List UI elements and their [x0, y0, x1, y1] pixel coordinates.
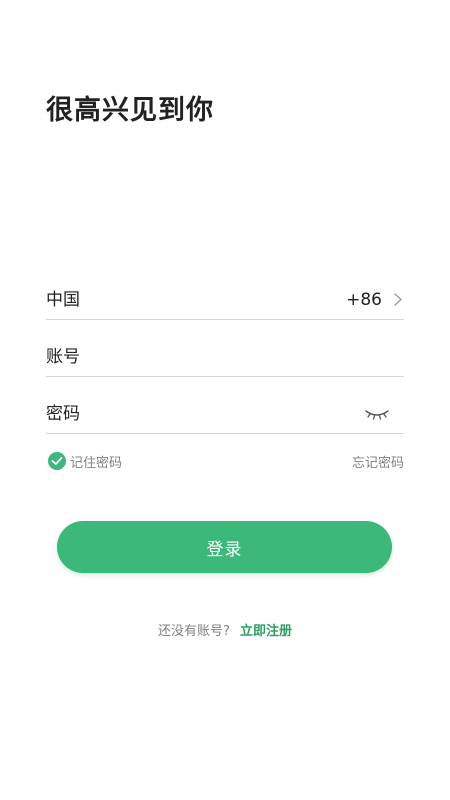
password-field-row: [46, 394, 404, 434]
forgot-password-link[interactable]: 忘记密码: [352, 452, 404, 471]
account-input[interactable]: [46, 337, 404, 376]
register-prompt: 还没有账号?: [157, 624, 230, 639]
country-name: 中国: [46, 289, 80, 310]
remember-password-checkbox[interactable]: 记住密码: [48, 452, 122, 471]
chevron-right-icon: [392, 293, 404, 307]
options-row: 记住密码 忘记密码: [48, 450, 404, 472]
country-selector[interactable]: 中国 +86: [46, 280, 404, 319]
remember-password-label: 记住密码: [70, 455, 123, 471]
register-link[interactable]: 立即注册: [240, 624, 292, 639]
page-title: 很高兴见到你: [46, 95, 214, 126]
password-input[interactable]: [46, 394, 362, 433]
eye-closed-icon[interactable]: [362, 403, 392, 425]
register-row: 还没有账号? 立即注册: [0, 620, 450, 640]
login-screen: 很高兴见到你 中国 +86 账号 记住密码 忘记密码 登录 还没有账号? 立即注…: [0, 0, 450, 800]
check-circle-icon: [48, 452, 66, 470]
login-button[interactable]: 登录: [57, 521, 392, 573]
country-field-row: 中国 +86: [46, 280, 404, 320]
account-field-row: [46, 337, 404, 377]
country-code: +86: [346, 289, 382, 310]
